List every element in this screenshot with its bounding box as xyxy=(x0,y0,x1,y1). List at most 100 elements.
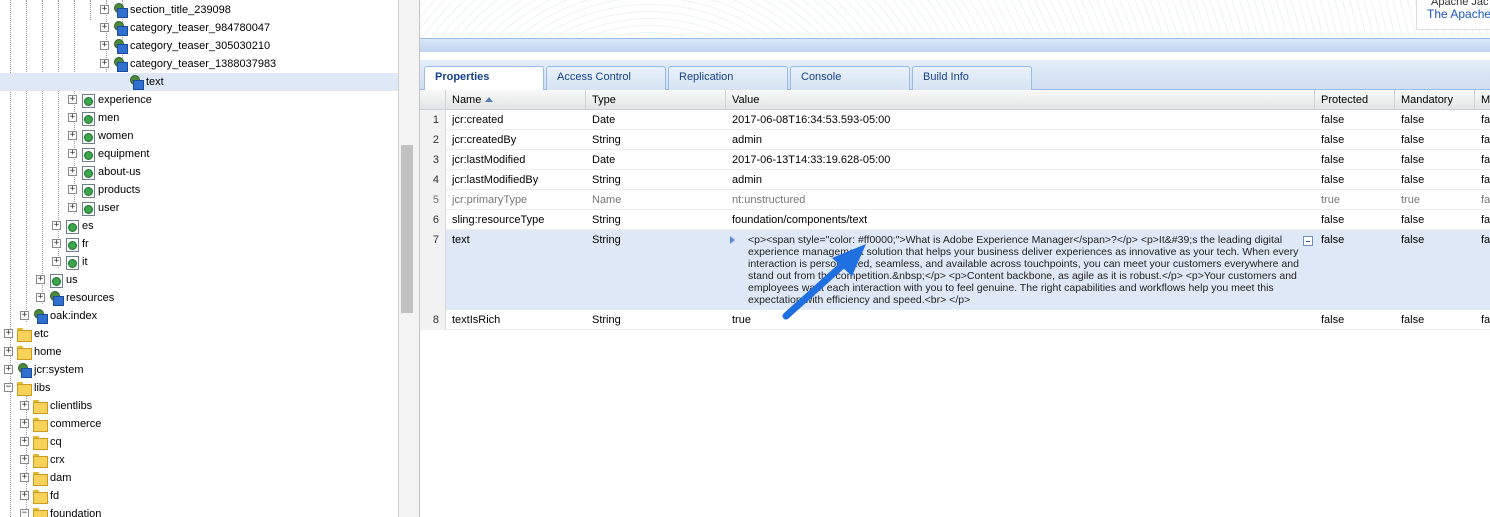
cell-type: String xyxy=(592,234,621,246)
expand-icon[interactable]: + xyxy=(20,419,29,428)
expand-icon[interactable]: + xyxy=(68,167,77,176)
cell-value[interactable]: 2017-06-08T16:34:53.593-05:00 xyxy=(726,110,1315,130)
cell-num: 2 xyxy=(420,130,446,150)
tree-item-about-us[interactable]: + about-us xyxy=(0,163,398,181)
page-icon xyxy=(64,255,79,270)
cell-mandatory: false xyxy=(1401,314,1425,326)
tree-item-text[interactable]: text xyxy=(0,73,398,91)
header-multiple[interactable]: M xyxy=(1475,90,1490,110)
tab-access-control[interactable]: Access Control xyxy=(546,66,666,90)
tree-item-home[interactable]: + home xyxy=(0,343,398,361)
expand-icon[interactable]: + xyxy=(20,473,29,482)
tree-item-category-teaser-1388037983[interactable]: + category_teaser_1388037983 xyxy=(0,55,398,73)
header-mandatory[interactable]: Mandatory xyxy=(1395,90,1475,110)
cell-value[interactable]: admin xyxy=(726,170,1315,190)
tree-item-women[interactable]: + women xyxy=(0,127,398,145)
tree-item-jcr-system[interactable]: + jcr:system xyxy=(0,361,398,379)
expand-icon[interactable]: + xyxy=(20,455,29,464)
header-type[interactable]: Type xyxy=(586,90,726,110)
tree-item-section-title-239098[interactable]: + section_title_239098 xyxy=(0,1,398,19)
expand-icon[interactable]: + xyxy=(68,203,77,212)
expand-icon[interactable]: + xyxy=(52,257,61,266)
header-protected[interactable]: Protected xyxy=(1315,90,1395,110)
cell-num: 8 xyxy=(420,310,446,330)
tree-item-libs[interactable]: − libs xyxy=(0,379,398,397)
cell-value[interactable]: true xyxy=(726,310,1315,330)
cell-value[interactable]: foundation/components/text xyxy=(726,210,1315,230)
expand-icon[interactable]: + xyxy=(52,221,61,230)
tree-item-etc[interactable]: + etc xyxy=(0,325,398,343)
tree-item-oak-index[interactable]: + oak:index xyxy=(0,307,398,325)
expand-icon[interactable]: + xyxy=(68,185,77,194)
tree-item-crx[interactable]: + crx xyxy=(0,451,398,469)
expand-icon[interactable]: + xyxy=(68,131,77,140)
expand-icon[interactable]: + xyxy=(4,329,13,338)
cell-value[interactable]: 2017-06-13T14:33:19.628-05:00 xyxy=(726,150,1315,170)
banner-link[interactable]: The Apache xyxy=(1427,7,1490,21)
tree-item-fr[interactable]: + fr xyxy=(0,235,398,253)
header-value[interactable]: Value xyxy=(726,90,1315,110)
expand-icon[interactable]: + xyxy=(100,41,109,50)
expand-icon[interactable]: + xyxy=(36,293,45,302)
table-row[interactable]: 1 jcr:created Date 2017-06-08T16:34:53.593-… xyxy=(420,110,1490,130)
table-row[interactable]: 8 textIsRich String true false false fa xyxy=(420,310,1490,330)
expand-icon[interactable]: + xyxy=(20,401,29,410)
table-row[interactable]: 5 jcr:primaryType Name nt:unstructured true t… xyxy=(420,190,1490,210)
tree-scrollbar[interactable] xyxy=(398,0,420,517)
tree-item-commerce[interactable]: + commerce xyxy=(0,415,398,433)
expand-icon[interactable]: + xyxy=(20,491,29,500)
tree-item-category-teaser-305030210[interactable]: + category_teaser_305030210 xyxy=(0,37,398,55)
tree-item-category-teaser-984780047[interactable]: + category_teaser_984780047 xyxy=(0,19,398,37)
tree-item-label: crx xyxy=(50,454,65,466)
tree-item-products[interactable]: + products xyxy=(0,181,398,199)
tree-item-us[interactable]: + us xyxy=(0,271,398,289)
expand-icon[interactable]: + xyxy=(4,347,13,356)
expand-icon[interactable]: + xyxy=(100,5,109,14)
expand-icon[interactable]: + xyxy=(100,23,109,32)
tree-item-user[interactable]: + user xyxy=(0,199,398,217)
tab-properties[interactable]: Properties xyxy=(424,66,544,91)
table-row[interactable]: 2 jcr:createdBy String admin false false fa xyxy=(420,130,1490,150)
table-row[interactable]: 6 sling:resourceType String foundation/comp… xyxy=(420,210,1490,230)
tree-item-equipment[interactable]: + equipment xyxy=(0,145,398,163)
expand-value-icon[interactable] xyxy=(730,236,735,244)
expand-icon[interactable]: + xyxy=(52,239,61,248)
cell-value[interactable]: admin xyxy=(726,130,1315,150)
cell-value[interactable]: nt:unstructured xyxy=(726,190,1315,210)
scrollbar-thumb[interactable] xyxy=(401,145,413,313)
tree-item-men[interactable]: + men xyxy=(0,109,398,127)
expand-icon[interactable]: + xyxy=(100,59,109,68)
tree-item-resources[interactable]: + resources xyxy=(0,289,398,307)
folder-icon xyxy=(32,453,48,468)
tree-item-it[interactable]: + it xyxy=(0,253,398,271)
expand-icon[interactable]: + xyxy=(68,113,77,122)
tree-item-experience[interactable]: + experience xyxy=(0,91,398,109)
tree-item-label: home xyxy=(34,346,62,358)
expand-icon[interactable]: + xyxy=(68,95,77,104)
tree-item-es[interactable]: + es xyxy=(0,217,398,235)
collapse-icon[interactable]: − xyxy=(4,383,13,392)
collapse-icon[interactable]: − xyxy=(20,509,29,517)
tab-console[interactable]: Console xyxy=(790,66,910,90)
expand-icon[interactable]: + xyxy=(4,365,13,374)
tab-build-info[interactable]: Build Info xyxy=(912,66,1032,90)
tree-item-cq[interactable]: + cq xyxy=(0,433,398,451)
tab-replication[interactable]: Replication xyxy=(668,66,788,90)
tree-item-clientlibs[interactable]: + clientlibs xyxy=(0,397,398,415)
expand-icon[interactable]: + xyxy=(20,311,29,320)
expand-icon[interactable]: + xyxy=(68,149,77,158)
panel-header-bar xyxy=(420,38,1490,52)
table-row[interactable]: 3 jcr:lastModified Date 2017-06-13T14:33:19… xyxy=(420,150,1490,170)
expand-icon[interactable]: + xyxy=(20,437,29,446)
tree-item-dam[interactable]: + dam xyxy=(0,469,398,487)
table-row[interactable]: 4 jcr:lastModifiedBy String admin false false… xyxy=(420,170,1490,190)
expand-icon[interactable]: + xyxy=(36,275,45,284)
collapse-value-icon[interactable] xyxy=(1303,236,1313,246)
cell-value[interactable]: <p><span style="color: #ff0000;">What is… xyxy=(726,230,1315,310)
tree-item-label: cq xyxy=(50,436,62,448)
page-icon xyxy=(80,147,95,162)
table-row[interactable]: 7 text String <p><span style="color: #ff000… xyxy=(420,230,1490,310)
header-name[interactable]: Name xyxy=(446,90,586,110)
tree-item-foundation[interactable]: − foundation xyxy=(0,505,398,517)
tree-item-fd[interactable]: + fd xyxy=(0,487,398,505)
